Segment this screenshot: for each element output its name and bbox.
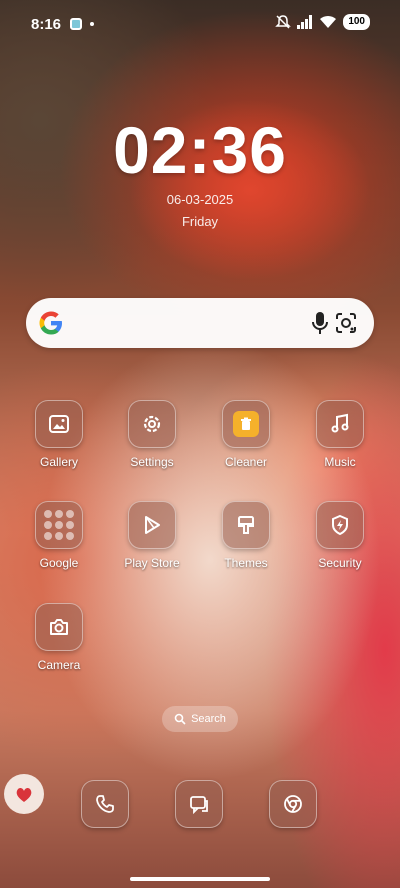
app-security[interactable]: Security bbox=[298, 501, 382, 570]
battery-icon: 100 bbox=[343, 14, 370, 30]
chrome-icon bbox=[269, 780, 317, 828]
app-google-folder[interactable]: Google bbox=[17, 501, 101, 570]
cleaner-icon bbox=[222, 400, 270, 448]
app-label: Cleaner bbox=[224, 455, 268, 469]
phone-icon bbox=[81, 780, 129, 828]
clock-date: 06-03-2025 bbox=[166, 192, 234, 207]
app-play-store[interactable]: Play Store bbox=[110, 501, 194, 570]
app-label: Themes bbox=[224, 556, 268, 570]
dock-messages[interactable] bbox=[157, 780, 241, 828]
app-search-button[interactable]: Search bbox=[162, 706, 238, 732]
camera-icon bbox=[35, 603, 83, 651]
status-time: 8:16 bbox=[31, 16, 62, 33]
home-indicator[interactable] bbox=[130, 877, 270, 881]
mute-icon bbox=[275, 15, 292, 29]
search-icon bbox=[174, 713, 186, 725]
app-label: Music bbox=[324, 455, 356, 469]
app-cleaner[interactable]: Cleaner bbox=[204, 400, 288, 469]
status-icons: 100 bbox=[275, 14, 370, 30]
google-logo-icon bbox=[39, 311, 62, 335]
app-label: Google bbox=[39, 556, 79, 570]
status-bar: 8:16 100 bbox=[0, 0, 400, 48]
google-folder-icon bbox=[35, 501, 83, 549]
shield-bolt-icon bbox=[316, 501, 364, 549]
app-label: Play Store bbox=[124, 556, 180, 570]
app-gallery[interactable]: Gallery bbox=[17, 400, 101, 469]
signal-icon bbox=[297, 15, 313, 29]
google-lens-icon[interactable] bbox=[334, 311, 358, 335]
clock-day: Friday bbox=[181, 214, 219, 229]
gear-icon bbox=[128, 400, 176, 448]
floating-bubble-icon[interactable] bbox=[4, 774, 44, 814]
app-music[interactable]: Music bbox=[298, 400, 382, 469]
clock-time[interactable]: 02:36 bbox=[0, 112, 400, 188]
messages-icon bbox=[175, 780, 223, 828]
google-search-bar[interactable] bbox=[26, 298, 374, 348]
gallery-icon bbox=[35, 400, 83, 448]
app-label: Gallery bbox=[39, 455, 78, 469]
app-camera[interactable]: Camera bbox=[17, 603, 101, 672]
app-settings[interactable]: Settings bbox=[110, 400, 194, 469]
themes-brush-icon bbox=[222, 501, 270, 549]
dock-phone[interactable] bbox=[63, 780, 147, 828]
app-label: Security bbox=[318, 556, 362, 570]
app-notification-icon bbox=[70, 18, 82, 30]
wifi-icon bbox=[320, 15, 337, 28]
app-label: Settings bbox=[130, 455, 174, 469]
app-label: Camera bbox=[37, 658, 81, 672]
app-search-label: Search bbox=[191, 713, 226, 725]
dock-chrome[interactable] bbox=[251, 780, 335, 828]
notification-dot-icon bbox=[90, 22, 94, 26]
app-themes[interactable]: Themes bbox=[204, 501, 288, 570]
play-store-icon bbox=[128, 501, 176, 549]
music-icon bbox=[316, 400, 364, 448]
mic-icon[interactable] bbox=[308, 310, 332, 336]
